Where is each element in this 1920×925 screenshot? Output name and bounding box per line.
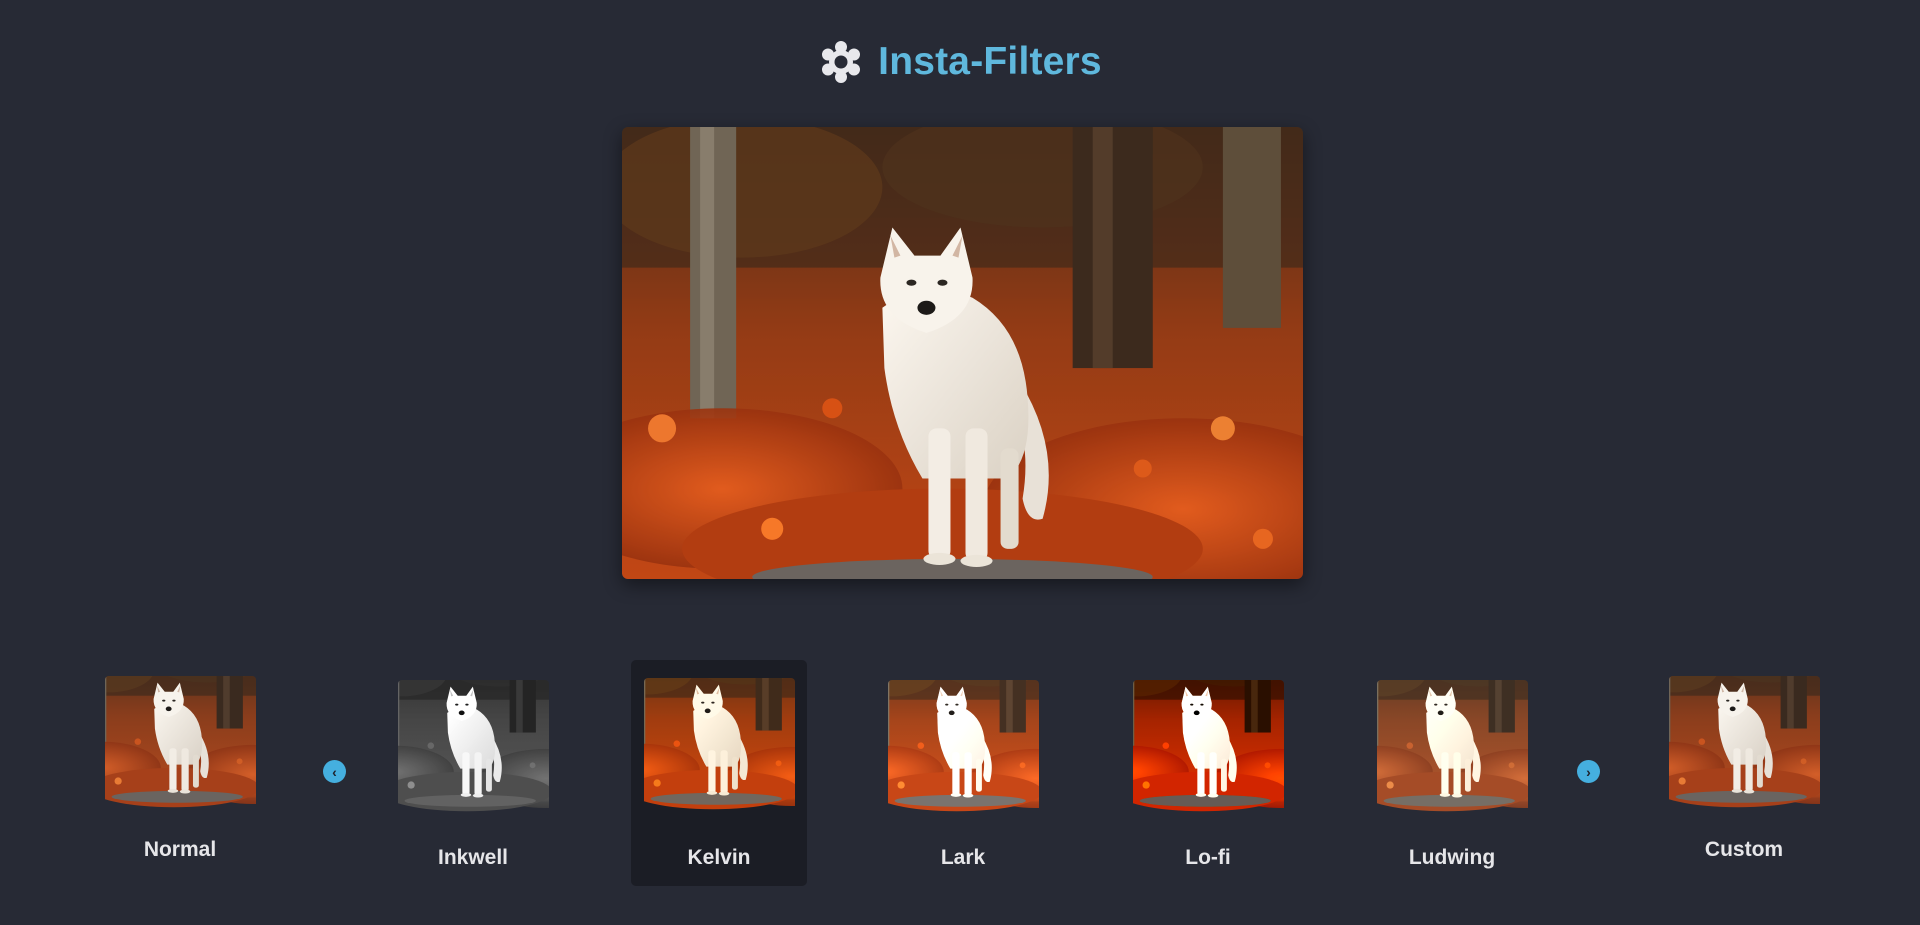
next-arrow-glyph: › [1586,763,1591,780]
filter-card-lark[interactable]: Lark [875,662,1051,888]
chevron-left-icon[interactable]: ‹ [323,760,346,783]
filter-label: Lark [940,846,986,869]
filter-strip: Normal ‹ Inkwell Kelvin Lark Lo-fi Ludwi… [0,658,1920,888]
filter-thumbnail [1669,676,1820,827]
filter-label: Ludwing [1408,846,1496,869]
filter-card-normal[interactable]: Normal [92,658,268,884]
filter-thumbnail [644,678,795,829]
main-photo [622,127,1303,579]
filter-thumbnail [1377,680,1528,831]
app-header: Insta-Filters [0,36,1920,88]
app-title: Insta-Filters [878,40,1102,83]
filter-thumbnail [105,676,256,827]
chevron-right-icon[interactable]: › [1577,760,1600,783]
filter-card-inkwell[interactable]: Inkwell [385,662,561,888]
filter-thumbnail [888,680,1039,831]
filter-card-custom[interactable]: Custom [1656,658,1832,884]
filter-label: Lo-fi [1185,846,1231,869]
filter-label: Normal [143,838,217,861]
filter-card-kelvin[interactable]: Kelvin [631,660,807,886]
prev-arrow-glyph: ‹ [332,763,337,780]
filter-thumbnail [398,680,549,831]
filter-label: Custom [1704,838,1784,861]
filter-thumbnail [1133,680,1284,831]
gear-flower-icon [818,39,864,85]
filter-label: Inkwell [437,846,509,869]
filter-label: Kelvin [687,846,751,869]
filter-card-ludwing[interactable]: Ludwing [1364,662,1540,888]
filter-card-lofi[interactable]: Lo-fi [1120,662,1296,888]
